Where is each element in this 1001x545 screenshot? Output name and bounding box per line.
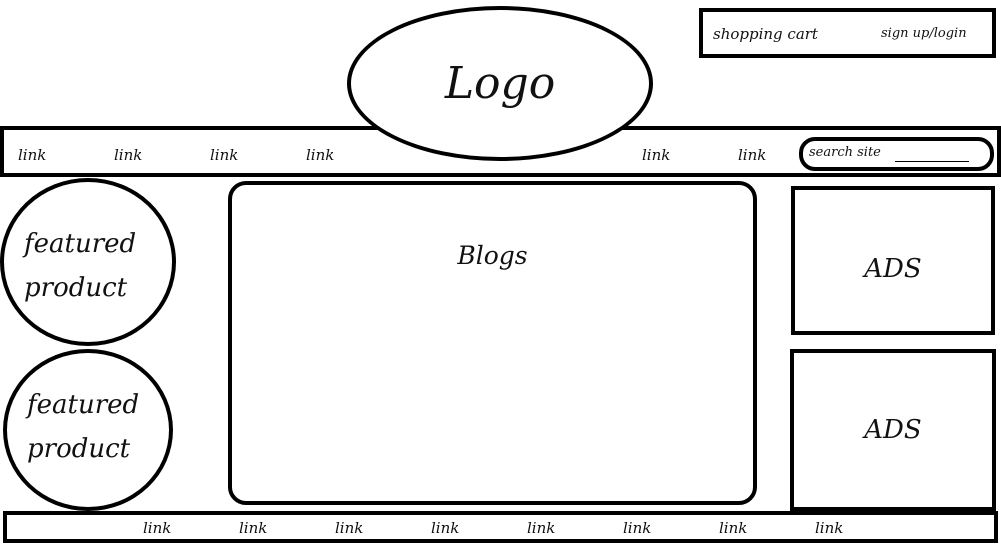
featured-product-line1: featured (24, 229, 137, 259)
account-box: shopping cart sign up/login (699, 8, 996, 58)
nav-link[interactable]: link (210, 146, 238, 164)
footer-link[interactable]: link (335, 519, 363, 537)
nav-link[interactable]: link (18, 146, 46, 164)
signup-login-link[interactable]: sign up/login (881, 26, 967, 41)
featured-product[interactable]: featured product (3, 349, 173, 511)
featured-product[interactable]: featured product (0, 178, 176, 346)
featured-product-label: featured product (27, 383, 169, 471)
shopping-cart-link[interactable]: shopping cart (713, 25, 818, 43)
ad-label: ADS (864, 254, 922, 284)
footer-bar: link link link link link link link link (3, 511, 998, 543)
footer-link[interactable]: link (431, 519, 459, 537)
footer-link[interactable]: link (719, 519, 747, 537)
featured-product-line2: product (24, 273, 128, 303)
footer-link[interactable]: link (815, 519, 843, 537)
blogs-panel: Blogs (228, 181, 757, 505)
logo[interactable]: Logo (347, 6, 653, 161)
nav-link[interactable]: link (642, 146, 670, 164)
featured-product-line1: featured (27, 390, 140, 420)
footer-link[interactable]: link (623, 519, 651, 537)
nav-link[interactable]: link (738, 146, 766, 164)
blogs-title: Blogs (457, 241, 528, 270)
nav-link[interactable]: link (306, 146, 334, 164)
ad-label: ADS (864, 415, 922, 445)
footer-link[interactable]: link (239, 519, 267, 537)
logo-text: Logo (444, 58, 556, 109)
ad-box[interactable]: ADS (790, 349, 996, 511)
footer-link[interactable]: link (527, 519, 555, 537)
footer-link[interactable]: link (143, 519, 171, 537)
search-underline (895, 161, 969, 162)
featured-product-line2: product (27, 434, 131, 464)
featured-product-label: featured product (24, 222, 172, 310)
search-input[interactable]: search site (799, 137, 994, 171)
search-placeholder: search site (809, 145, 881, 160)
ad-box[interactable]: ADS (791, 186, 995, 335)
nav-link[interactable]: link (114, 146, 142, 164)
